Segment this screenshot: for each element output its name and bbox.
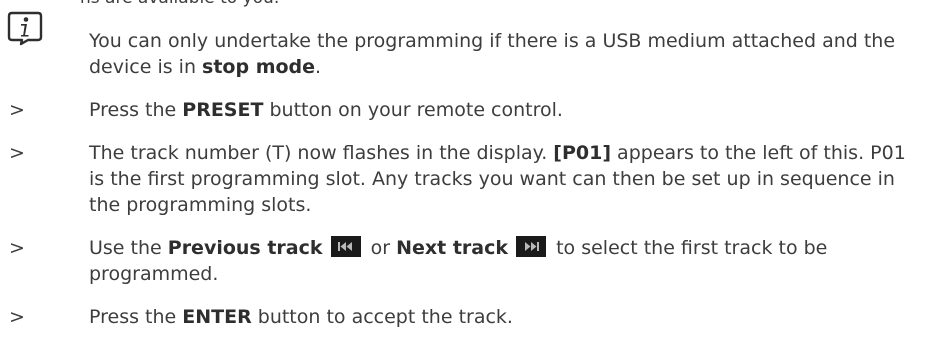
step-enter: Press the ENTER button to accept the tra…	[89, 304, 919, 330]
step-bullet: >	[9, 142, 25, 164]
next-track-label: Next track	[396, 237, 509, 259]
step-text: Use the	[89, 237, 168, 259]
stop-mode-label: stop mode	[202, 56, 316, 78]
step-preset: Press the PRESET button on your remote c…	[89, 97, 919, 123]
step-text: or	[364, 237, 397, 259]
step-select-track: Use the Previous track or Next track to …	[89, 235, 919, 287]
info-icon	[7, 11, 43, 46]
step-text: button to accept the track.	[251, 306, 513, 328]
previous-track-label: Previous track	[167, 237, 323, 259]
note-text-end: .	[315, 56, 322, 78]
manual-page: ns are available to you: You can only un…	[0, 0, 947, 345]
note-text: You can only undertake the programming i…	[89, 28, 919, 80]
cutoff-text: ns are available to you:	[80, 0, 280, 8]
step-track-number: The track number (T) now flashes in the …	[89, 140, 919, 218]
step-bullet: >	[9, 237, 25, 259]
step-text: The track number (T) now flashes in the …	[89, 142, 554, 164]
enter-label: ENTER	[182, 306, 252, 328]
p01-label: [P01]	[553, 142, 612, 164]
step-text: Press the	[89, 99, 183, 121]
step-text: Press the	[89, 306, 183, 328]
preset-label: PRESET	[182, 99, 264, 121]
step-text: button on your remote control.	[263, 99, 563, 121]
previous-track-icon	[330, 236, 361, 257]
next-track-icon	[516, 236, 547, 257]
step-bullet: >	[9, 99, 25, 121]
step-bullet: >	[9, 306, 25, 328]
